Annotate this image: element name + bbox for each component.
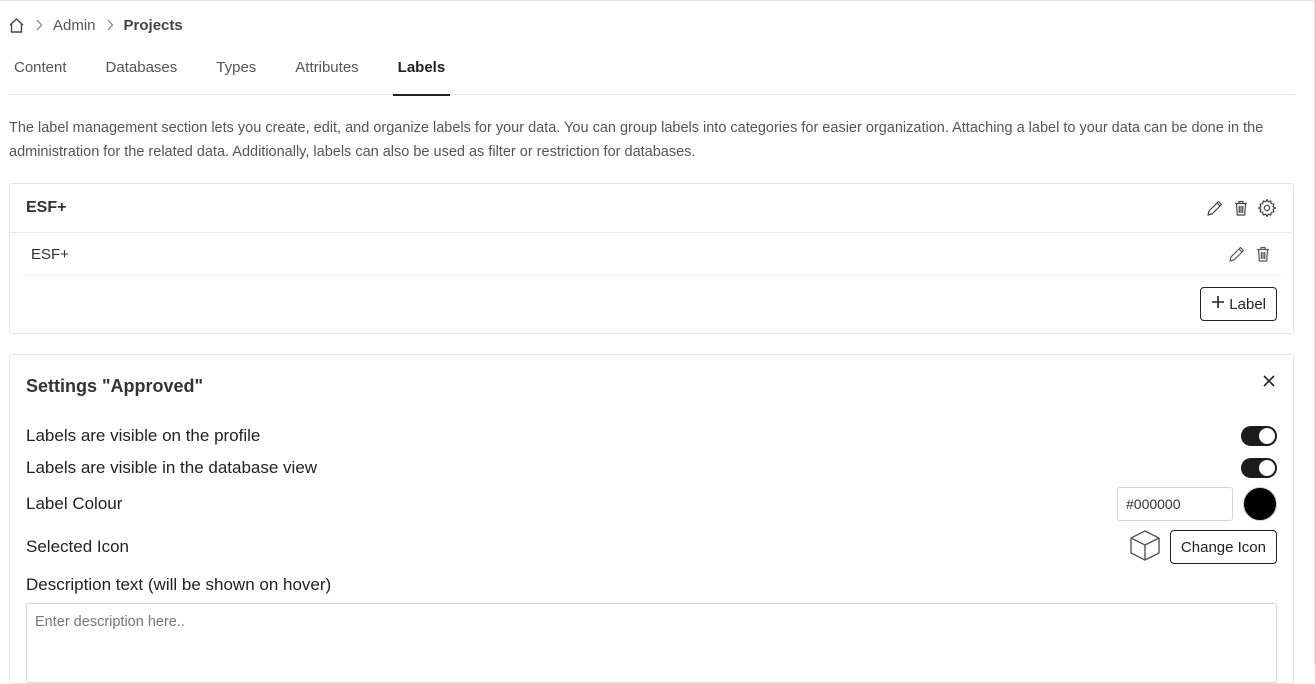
category-actions [1205, 198, 1277, 218]
gear-icon[interactable] [1257, 198, 1277, 218]
description-textarea[interactable] [26, 603, 1277, 683]
cube-icon [1128, 528, 1162, 567]
visible-on-profile-label: Labels are visible on the profile [26, 426, 261, 445]
visible-on-profile-row: Labels are visible on the profile [26, 425, 1277, 447]
icon-controls: Change Icon [1128, 528, 1277, 567]
home-icon[interactable] [8, 17, 25, 34]
label-settings-card: Settings "Approved" Labels are visible o… [9, 354, 1294, 684]
tab-attributes[interactable]: Attributes [290, 55, 363, 95]
close-icon[interactable] [1261, 373, 1277, 389]
tab-databases[interactable]: Databases [101, 55, 183, 95]
add-label-button[interactable]: Label [1200, 287, 1277, 321]
edit-pencil-icon[interactable] [1227, 244, 1247, 264]
colour-controls [1117, 487, 1277, 521]
breadcrumb-item-projects: Projects [123, 16, 183, 34]
label-actions [1227, 244, 1273, 264]
top-divider [0, 0, 1315, 1]
breadcrumb: Admin Projects [8, 14, 183, 36]
settings-title: Settings "Approved" [26, 376, 204, 396]
label-colour-row: Label Colour [26, 487, 1277, 521]
change-icon-button[interactable]: Change Icon [1169, 530, 1277, 564]
chevron-right-icon [35, 19, 43, 31]
plus-icon [1211, 295, 1225, 313]
edit-pencil-icon[interactable] [1205, 198, 1225, 218]
chevron-right-icon [106, 19, 114, 31]
visible-in-db-label: Labels are visible in the database view [26, 458, 318, 477]
tab-types[interactable]: Types [211, 55, 261, 95]
selected-icon-label: Selected Icon [26, 537, 130, 556]
tab-content[interactable]: Content [9, 55, 72, 95]
selected-icon-row: Selected Icon Change Icon [26, 528, 1277, 567]
visible-on-profile-toggle[interactable] [1241, 426, 1277, 446]
intro-text: The label management section lets you cr… [9, 120, 1264, 160]
colour-swatch[interactable] [1243, 487, 1277, 521]
tab-bar: Content Databases Types Attributes Label… [9, 55, 1294, 96]
trash-icon[interactable] [1253, 244, 1273, 264]
label-colour-label: Label Colour [26, 494, 123, 513]
breadcrumb-item-admin[interactable]: Admin [53, 17, 96, 34]
label-name: ESF+ [31, 245, 69, 263]
category-title: ESF+ [26, 199, 67, 216]
category-header: ESF+ [10, 184, 1293, 233]
description-label: Description text (will be shown on hover… [26, 575, 332, 594]
tab-labels[interactable]: Labels [392, 55, 451, 96]
label-category-card: ESF+ ESF+ Label [9, 183, 1294, 334]
visible-in-db-toggle[interactable] [1241, 458, 1277, 478]
visible-in-db-row: Labels are visible in the database view [26, 457, 1277, 479]
label-row: ESF+ [22, 233, 1281, 276]
trash-icon[interactable] [1231, 198, 1251, 218]
colour-hex-input[interactable] [1117, 487, 1233, 521]
add-label-button-text: Label [1229, 295, 1266, 313]
